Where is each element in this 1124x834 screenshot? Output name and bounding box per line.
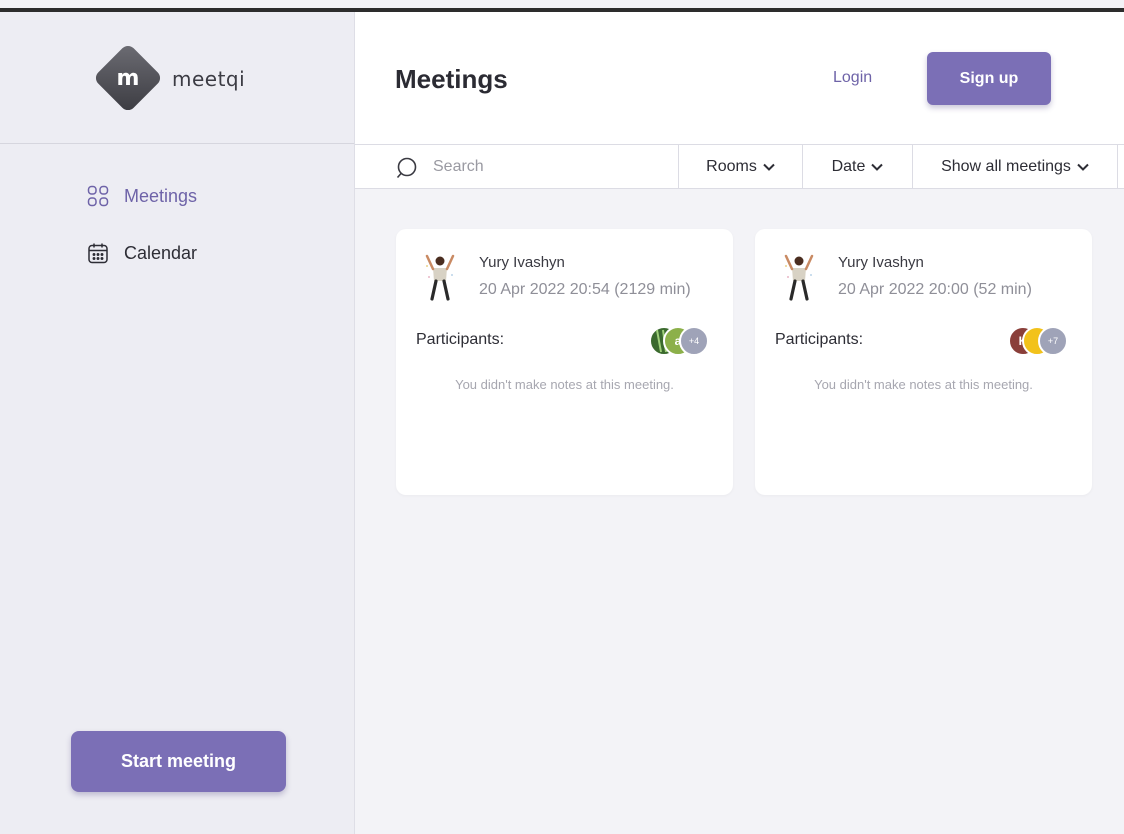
participants-label: Participants: xyxy=(775,331,864,348)
rooms-dropdown-label: Rooms xyxy=(706,158,757,175)
login-link[interactable]: Login xyxy=(833,69,872,87)
calendar-icon xyxy=(88,243,108,264)
meeting-notes: You didn't make notes at this meeting. xyxy=(455,377,674,392)
more-participants-badge: +7 xyxy=(1038,326,1068,356)
chevron-down-icon xyxy=(763,163,775,171)
meeting-date: 20 Apr 2022 20:54 (2129 min) xyxy=(479,281,691,298)
page-title: Meetings xyxy=(395,64,508,94)
participant-avatars[interactable]: a +4 xyxy=(649,326,719,358)
signup-button[interactable]: Sign up xyxy=(927,52,1051,105)
main-header: Meetings Login Sign up xyxy=(355,12,1124,144)
sidebar-item-meetings[interactable]: Meetings xyxy=(86,181,197,211)
show-meetings-dropdown[interactable]: Show all meetings xyxy=(912,145,1118,189)
meeting-card[interactable]: Yury Ivashyn 20 Apr 2022 20:00 (52 min) … xyxy=(755,229,1092,495)
search-input[interactable] xyxy=(433,151,663,183)
sidebar: m meetqi Meetings Calendar Start meeting xyxy=(0,12,355,834)
person-figure-icon xyxy=(425,254,455,301)
search-box xyxy=(355,145,678,189)
start-meeting-button[interactable]: Start meeting xyxy=(71,731,286,792)
more-participants-badge: +4 xyxy=(679,326,709,356)
logo-area: m meetqi xyxy=(0,12,354,144)
chevron-down-icon xyxy=(871,163,884,171)
logo-letter: m xyxy=(116,65,140,91)
meeting-owner: Yury Ivashyn xyxy=(838,254,924,271)
meeting-owner: Yury Ivashyn xyxy=(479,254,565,271)
meeting-notes: You didn't make notes at this meeting. xyxy=(814,377,1033,392)
participant-avatars[interactable]: K +7 xyxy=(1008,326,1078,358)
grid-icon xyxy=(87,185,109,207)
sidebar-item-calendar[interactable]: Calendar xyxy=(86,238,197,268)
chevron-down-icon xyxy=(1077,163,1089,171)
date-dropdown[interactable]: Date xyxy=(802,145,912,189)
date-dropdown-label: Date xyxy=(831,158,866,175)
search-icon xyxy=(396,157,417,179)
rooms-dropdown[interactable]: Rooms xyxy=(678,145,802,189)
person-figure-icon xyxy=(784,254,814,301)
meeting-date: 20 Apr 2022 20:00 (52 min) xyxy=(838,281,1032,298)
sidebar-item-label: Meetings xyxy=(124,185,198,206)
participants-label: Participants: xyxy=(416,331,505,348)
sidebar-item-label: Calendar xyxy=(124,242,198,263)
logo-text[interactable]: meetqi xyxy=(172,67,245,91)
filter-bar: Rooms Date Show all meetings xyxy=(355,144,1124,189)
show-meetings-label: Show all meetings xyxy=(941,158,1071,175)
meeting-card[interactable]: Yury Ivashyn 20 Apr 2022 20:54 (2129 min… xyxy=(396,229,733,495)
